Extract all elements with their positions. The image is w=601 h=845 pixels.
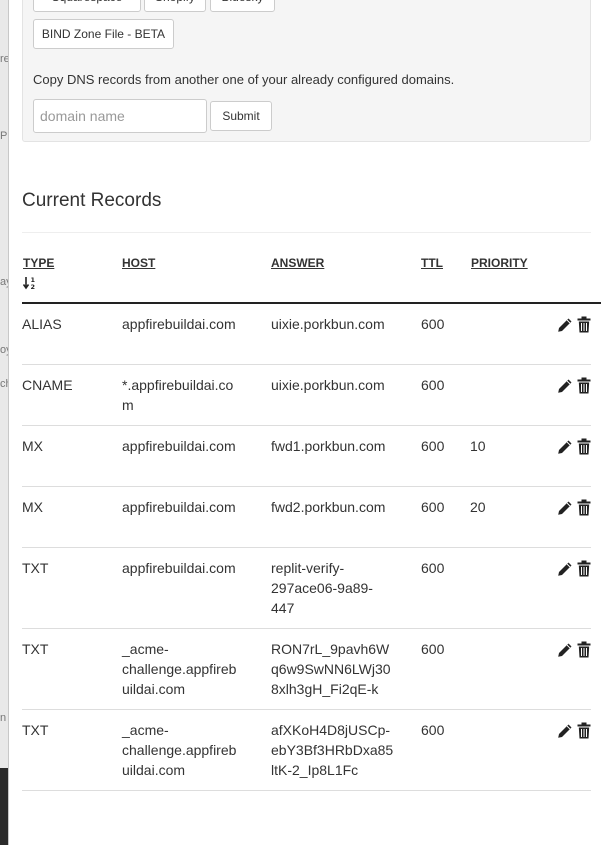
record-ttl: 600 <box>421 377 445 393</box>
record-host: appfirebuildai.com <box>122 316 236 332</box>
svg-text:2: 2 <box>31 283 36 290</box>
table-row: TXT appfirebuildai.com replit-verify-297… <box>22 548 591 629</box>
background-text: ch <box>0 378 8 390</box>
background-text: ay <box>0 276 8 288</box>
background-page: re P ay oy ch n <box>0 0 9 845</box>
pencil-icon[interactable] <box>557 500 573 516</box>
trash-icon[interactable] <box>577 560 591 577</box>
record-ttl: 600 <box>421 722 445 738</box>
dns-records-modal: Squarespace Shopify Bluesky BIND Zone Fi… <box>9 0 601 845</box>
pencil-icon[interactable] <box>557 642 573 658</box>
record-type: MX <box>22 499 43 515</box>
sort-icon[interactable]: 1 2 <box>23 276 39 290</box>
column-header-type[interactable]: TYPE <box>23 256 54 270</box>
record-ttl: 600 <box>421 438 445 454</box>
record-ttl: 600 <box>421 641 445 657</box>
domain-name-input[interactable] <box>33 99 207 133</box>
table-row: CNAME *.appfirebuildai.com uixie.porkbun… <box>22 365 591 426</box>
pencil-icon[interactable] <box>557 723 573 739</box>
record-type: CNAME <box>22 377 73 393</box>
table-row: MX appfirebuildai.com fwd1.porkbun.com 6… <box>22 426 591 487</box>
import-bind-zone-file-button[interactable]: BIND Zone File - BETA <box>33 19 174 49</box>
table-row: TXT _acme-challenge.appfirebuildai.com R… <box>22 629 591 710</box>
record-type: MX <box>22 438 43 454</box>
trash-icon[interactable] <box>577 499 591 516</box>
record-priority: 20 <box>470 499 486 515</box>
column-header-host[interactable]: HOST <box>122 256 155 270</box>
record-ttl: 600 <box>421 316 445 332</box>
table-row: ALIAS appfirebuildai.com uixie.porkbun.c… <box>22 304 591 365</box>
submit-button[interactable]: Submit <box>210 101 272 131</box>
background-dark-panel <box>0 768 8 845</box>
import-bluesky-button[interactable]: Bluesky <box>210 0 275 12</box>
record-host: _acme-challenge.appfirebuildai.com <box>122 722 237 778</box>
record-type: TXT <box>22 641 49 657</box>
divider <box>22 232 591 233</box>
record-host: appfirebuildai.com <box>122 438 236 454</box>
record-answer: uixie.porkbun.com <box>271 316 385 332</box>
record-priority: 10 <box>470 438 486 454</box>
table-row: MX appfirebuildai.com fwd2.porkbun.com 6… <box>22 487 591 548</box>
column-header-ttl[interactable]: TTL <box>421 256 443 270</box>
record-type: ALIAS <box>22 316 62 332</box>
pencil-icon[interactable] <box>557 439 573 455</box>
record-host: appfirebuildai.com <box>122 499 236 515</box>
import-squarespace-button[interactable]: Squarespace <box>33 0 141 12</box>
pencil-icon[interactable] <box>557 378 573 394</box>
record-type: TXT <box>22 722 49 738</box>
pencil-icon[interactable] <box>557 317 573 333</box>
trash-icon[interactable] <box>577 377 591 394</box>
record-host: _acme-challenge.appfirebuildai.com <box>122 641 237 697</box>
copy-records-prompt: Copy DNS records from another one of you… <box>33 72 455 87</box>
table-row: TXT _acme-challenge.appfirebuildai.com a… <box>22 710 591 791</box>
record-host: *.appfirebuildai.com <box>122 377 234 413</box>
record-ttl: 600 <box>421 560 445 576</box>
trash-icon[interactable] <box>577 641 591 658</box>
record-answer: RON7rL_9pavh6Wq6w9SwNN6LWj308xlh3gH_Fi2q… <box>271 641 391 697</box>
trash-icon[interactable] <box>577 722 591 739</box>
background-text: n <box>0 712 7 724</box>
record-answer: afXKoH4D8jUSCp-ebY3Bf3HRbDxa85ltK-2_Ip8L… <box>271 722 394 778</box>
background-text: P <box>0 130 8 142</box>
column-header-priority[interactable]: PRIORITY <box>471 256 528 270</box>
record-answer: fwd1.porkbun.com <box>271 438 386 454</box>
import-panel: Squarespace Shopify Bluesky BIND Zone Fi… <box>22 0 591 142</box>
record-ttl: 600 <box>421 499 445 515</box>
background-text: oy <box>0 344 8 356</box>
record-type: TXT <box>22 560 49 576</box>
record-answer: uixie.porkbun.com <box>271 377 385 393</box>
trash-icon[interactable] <box>577 316 591 333</box>
trash-icon[interactable] <box>577 438 591 455</box>
import-shopify-button[interactable]: Shopify <box>144 0 206 12</box>
section-title: Current Records <box>22 190 162 211</box>
record-answer: replit-verify-297ace06-9a89-447 <box>271 560 373 616</box>
background-text: re <box>0 53 9 65</box>
record-answer: fwd2.porkbun.com <box>271 499 386 515</box>
pencil-icon[interactable] <box>557 561 573 577</box>
record-host: appfirebuildai.com <box>122 560 236 576</box>
column-header-answer[interactable]: ANSWER <box>271 256 324 270</box>
